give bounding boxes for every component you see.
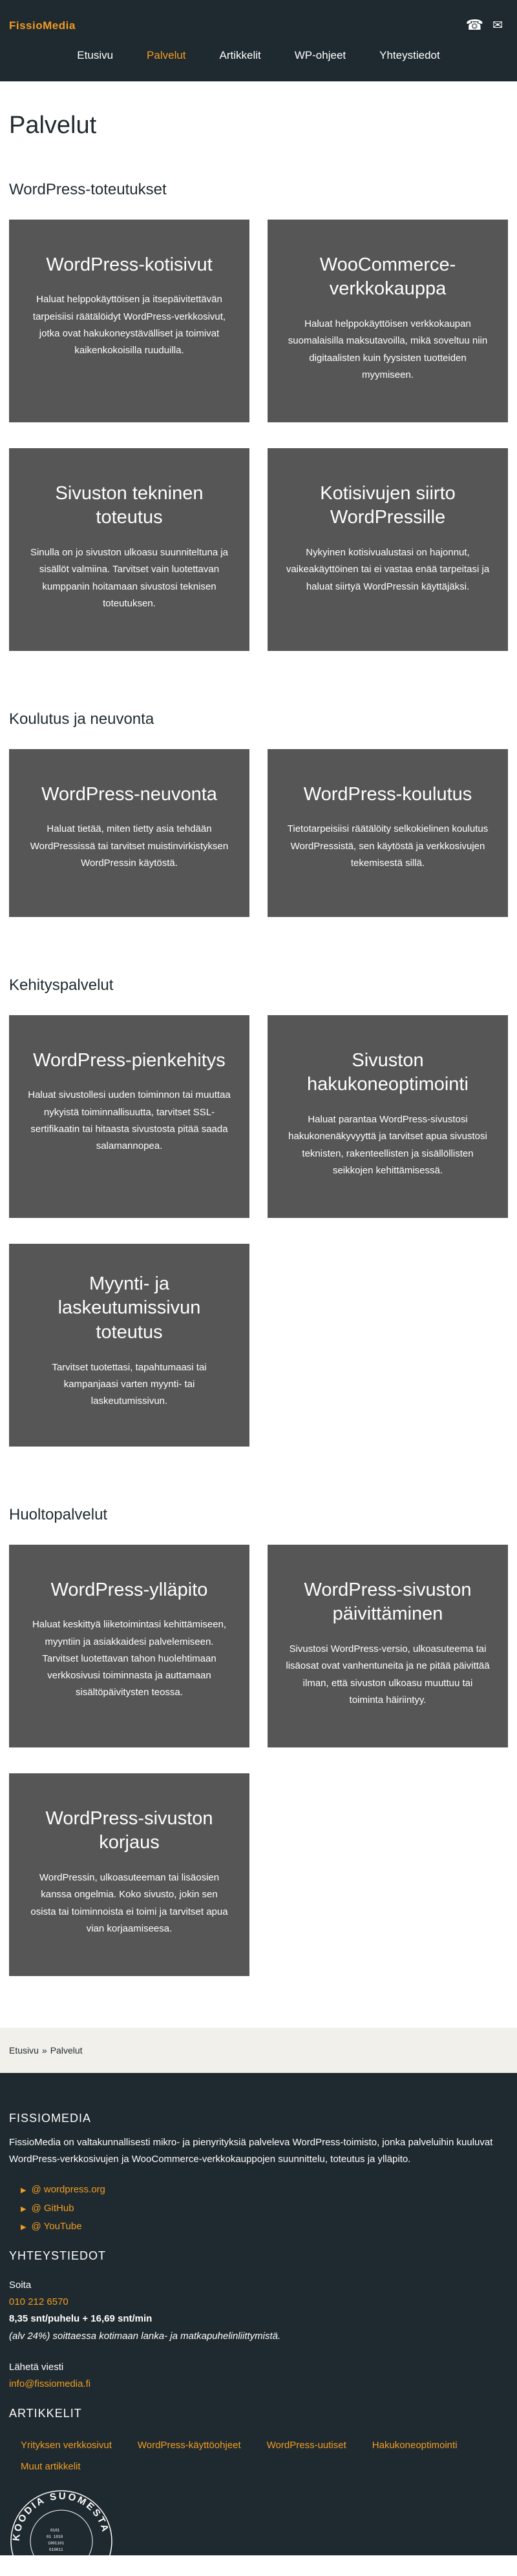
service-card-title: WordPress-pienkehitys <box>33 1049 226 1071</box>
section-title-koulutus: Koulutus ja neuvonta <box>9 710 154 728</box>
nav-item-wp-ohjeet[interactable]: WP-ohjeet <box>295 49 346 62</box>
service-card-title: WordPress-sivuston päivittäminen <box>304 1579 472 1625</box>
header-icons: ☎ ✉ <box>466 17 503 34</box>
external-link-wordpress[interactable]: ▶ @ wordpress.org <box>21 2181 508 2200</box>
service-card[interactable]: WordPress-sivuston päivittäminen Sivusto… <box>268 1544 508 1747</box>
service-card-title: Sivuston tekninen toteutus <box>55 482 204 528</box>
phone-icon[interactable]: ☎ <box>466 17 483 34</box>
service-card[interactable]: Sivuston tekninen toteutus Sinulla on jo… <box>9 448 249 651</box>
service-card-text: Haluat helppokäyttöisen verkkokaupan suo… <box>288 318 488 380</box>
nav-item-artikkelit[interactable]: Artikkelit <box>220 49 261 62</box>
service-card[interactable]: Myynti- ja laskeutumissivun toteutus Tar… <box>9 1243 249 1447</box>
mail-icon[interactable]: ✉ <box>492 18 503 33</box>
service-card-text: Haluat parantaa WordPress-sivustosi haku… <box>288 1114 487 1176</box>
service-card-text: Haluat sivustollesi uuden toiminnon tai … <box>28 1089 231 1152</box>
phone-link[interactable]: 010 212 6570 <box>9 2296 69 2307</box>
service-card-title: Kotisivujen siirto WordPressille <box>320 482 456 528</box>
service-card[interactable]: WordPress-pienkehitys Haluat sivustolles… <box>9 1015 249 1218</box>
call-label: Soita <box>9 2279 32 2291</box>
service-card[interactable]: WordPress-kotisivut Haluat helppokäyttöi… <box>9 219 249 422</box>
site-footer: FISSIOMEDIA FissioMedia on valtakunnalli… <box>0 2072 517 2555</box>
external-link-github[interactable]: ▶ @ GitHub <box>21 2200 508 2218</box>
section-title-toteutukset: WordPress-toteutukset <box>9 180 167 198</box>
breadcrumb-current: Palvelut <box>50 2045 83 2056</box>
article-link-yrityksen-verkkosivut[interactable]: Yrityksen verkkosivut <box>21 2440 112 2451</box>
breadcrumb-home[interactable]: Etusivu <box>9 2045 39 2056</box>
service-card-title: WooCommerce-verkkokauppa <box>319 254 456 300</box>
service-card[interactable]: WooCommerce-verkkokauppa Haluat helppokä… <box>268 219 508 422</box>
arrow-icon: ▶ <box>21 2205 26 2213</box>
service-card[interactable]: WordPress-neuvonta Haluat tietää, miten … <box>9 748 249 917</box>
main-nav: Etusivu Palvelut Artikkelit WP-ohjeet Yh… <box>0 49 517 62</box>
mail-label: Lähetä viesti <box>9 2361 64 2373</box>
service-card-title: WordPress-koulutus <box>303 783 472 805</box>
service-card[interactable]: Kotisivujen siirto WordPressille Nykyine… <box>268 448 508 651</box>
service-card-title: Sivuston hakukoneoptimointi <box>307 1049 469 1095</box>
koodia-suomesta-seal: KOODIA SUOMESTA 0101 01 1010 1001101 010… <box>10 2490 112 2555</box>
arrow-icon: ▶ <box>21 2223 26 2232</box>
service-card-text: Tarvitset tuotettasi, tapahtumaasi tai k… <box>52 1361 207 1407</box>
article-link-wordpress-uutiset[interactable]: WordPress-uutiset <box>267 2440 346 2451</box>
footer-about-title: FISSIOMEDIA <box>9 2111 92 2125</box>
svg-text:1001101: 1001101 <box>48 2541 65 2546</box>
service-card[interactable]: WordPress-sivuston korjaus WordPressin, … <box>9 1773 249 1976</box>
service-card-title: WordPress-neuvonta <box>41 783 217 805</box>
service-card-text: Nykyinen kotisivualustasi on hajonnut, v… <box>286 547 490 592</box>
article-links: Yrityksen verkkosivut WordPress-käyttöoh… <box>9 2440 508 2472</box>
arrow-icon: ▶ <box>21 2187 26 2195</box>
section-title-huolto: Huoltopalvelut <box>9 1505 108 1523</box>
seal-text: KOODIA SUOMESTA <box>11 2491 109 2542</box>
nav-item-yhteystiedot[interactable]: Yhteystiedot <box>379 49 440 62</box>
email-link[interactable]: info@fissiomedia.fi <box>9 2378 90 2389</box>
external-link-youtube[interactable]: ▶ @ YouTube <box>21 2218 508 2236</box>
svg-text:010011: 010011 <box>49 2548 63 2552</box>
services-grid-toteutukset: WordPress-kotisivut Haluat helppokäyttöi… <box>9 219 508 651</box>
service-card-text: Sinulla on jo sivuston ulkoasu suunnitel… <box>30 547 229 609</box>
call-price-note: (alv 24%) soittaessa kotimaan lanka- ja … <box>9 2330 281 2342</box>
page-title: Palvelut <box>9 112 97 139</box>
site-header: FissioMedia ☎ ✉ Etusivu Palvelut Artikke… <box>0 0 517 81</box>
service-card[interactable]: Sivuston hakukoneoptimointi Haluat paran… <box>268 1015 508 1218</box>
nav-item-etusivu[interactable]: Etusivu <box>77 49 113 62</box>
svg-text:0101: 0101 <box>50 2528 60 2533</box>
main-content: Palvelut WordPress-toteutukset WordPress… <box>0 112 517 2028</box>
service-card[interactable]: WordPress-koulutus Tietotarpeisiisi räät… <box>268 748 508 917</box>
service-card-text: Haluat helppokäyttöisen ja itsepäivitett… <box>32 294 226 356</box>
services-grid-kehitys: WordPress-pienkehitys Haluat sivustolles… <box>9 1015 508 1447</box>
services-grid-koulutus: WordPress-neuvonta Haluat tietää, miten … <box>9 748 508 917</box>
external-links: ▶ @ wordpress.org ▶ @ GitHub ▶ @ YouTube <box>9 2181 508 2236</box>
nav-item-palvelut[interactable]: Palvelut <box>147 49 185 62</box>
service-card-text: WordPressin, ulkoasuteeman tai lisäosien… <box>30 1872 228 1934</box>
service-card-title: Myynti- ja laskeutumissivun toteutus <box>58 1273 201 1343</box>
service-card-text: Sivustosi WordPress-versio, ulkoasuteema… <box>286 1643 490 1705</box>
svg-text:01 1010: 01 1010 <box>47 2535 63 2539</box>
call-price: 8,35 snt/puhelu + 16,69 snt/min <box>9 2313 153 2325</box>
service-card-title: WordPress-sivuston korjaus <box>45 1808 213 1853</box>
breadcrumb-separator: » <box>41 2045 47 2056</box>
services-grid-huolto: WordPress-ylläpito Haluat keskittyä liik… <box>9 1544 508 1976</box>
footer-articles-title: ARTIKKELIT <box>9 2407 82 2420</box>
service-card-title: WordPress-ylläpito <box>50 1579 208 1600</box>
service-card-text: Haluat tietää, miten tietty asia tehdään… <box>30 823 229 869</box>
article-link-wordpress-kayttoohjeet[interactable]: WordPress-käyttöohjeet <box>138 2440 241 2451</box>
footer-contact-title: YHTEYSTIEDOT <box>9 2249 107 2262</box>
service-card-text: Tietotarpeisiisi räätälöity selkokieline… <box>287 823 489 869</box>
article-link-muut-artikkelit[interactable]: Muut artikkelit <box>21 2461 81 2472</box>
service-card[interactable]: WordPress-ylläpito Haluat keskittyä liik… <box>9 1544 249 1747</box>
section-title-kehitys: Kehityspalvelut <box>9 976 114 994</box>
breadcrumb: Etusivu » Palvelut <box>0 2027 517 2073</box>
footer-about-text: FissioMedia on valtakunnallisesti mikro-… <box>9 2136 493 2165</box>
svg-text:KOODIA SUOMESTA: KOODIA SUOMESTA <box>11 2491 111 2542</box>
service-card-text: Haluat keskittyä liiketoimintasi kehittä… <box>32 1619 227 1698</box>
site-logo[interactable]: FissioMedia <box>9 19 76 32</box>
service-card-title: WordPress-kotisivut <box>46 254 213 275</box>
article-link-hakukoneoptimointi[interactable]: Hakukoneoptimointi <box>372 2440 458 2451</box>
